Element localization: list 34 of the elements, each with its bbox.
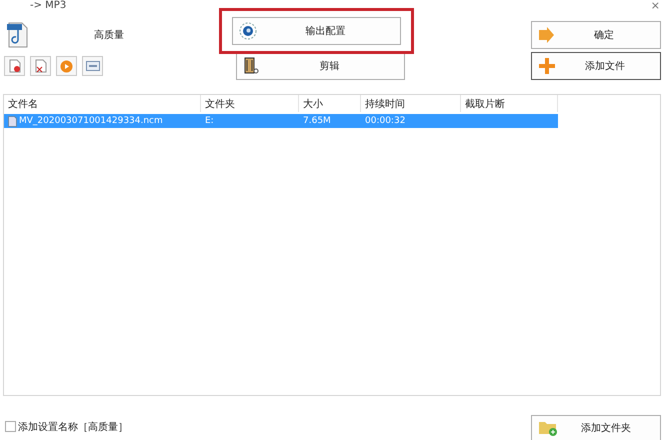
add-folder-button[interactable]: 添加文件夹 <box>531 414 661 440</box>
column-header[interactable]: 截取片断 <box>461 95 558 112</box>
audio-file-icon <box>8 116 17 126</box>
card-icon <box>86 61 100 71</box>
page-cross-icon <box>34 59 46 73</box>
checkbox-label: 添加设置名称［高质量］ <box>18 420 128 434</box>
arrow-right-icon <box>538 27 554 43</box>
mp3-file-icon <box>6 22 30 48</box>
column-header[interactable]: 文件名 <box>4 95 201 112</box>
film-scissors-icon <box>243 57 261 75</box>
info-button[interactable] <box>82 56 103 76</box>
gear-icon <box>239 22 257 40</box>
edit-button[interactable]: 剪辑 <box>236 52 405 80</box>
remove-file-button[interactable] <box>4 56 25 76</box>
preset-label: 高质量 <box>94 28 124 42</box>
column-header[interactable]: 持续时间 <box>361 95 461 112</box>
add-file-button[interactable]: 添加文件 <box>531 52 661 80</box>
play-button[interactable] <box>56 56 77 76</box>
table-cell: 7.65M <box>303 116 331 126</box>
table-cell: MV_202003071001429334.ncm <box>19 116 163 126</box>
page-minus-icon <box>8 59 20 73</box>
plus-icon <box>538 57 556 75</box>
column-header[interactable]: 文件夹 <box>201 95 299 112</box>
clear-list-button[interactable] <box>30 56 51 76</box>
checkbox[interactable] <box>5 421 16 432</box>
table-cell: E: <box>205 116 214 126</box>
output-settings-button[interactable]: 输出配置 <box>232 17 401 45</box>
column-header[interactable]: 大小 <box>299 95 361 112</box>
window-title: -> MP3 <box>30 0 66 12</box>
close-button[interactable]: × <box>650 0 660 12</box>
table-cell: 00:00:32 <box>365 116 406 126</box>
ok-button[interactable]: 确定 <box>531 21 661 49</box>
play-icon <box>60 60 73 72</box>
folder-plus-icon <box>538 419 558 437</box>
